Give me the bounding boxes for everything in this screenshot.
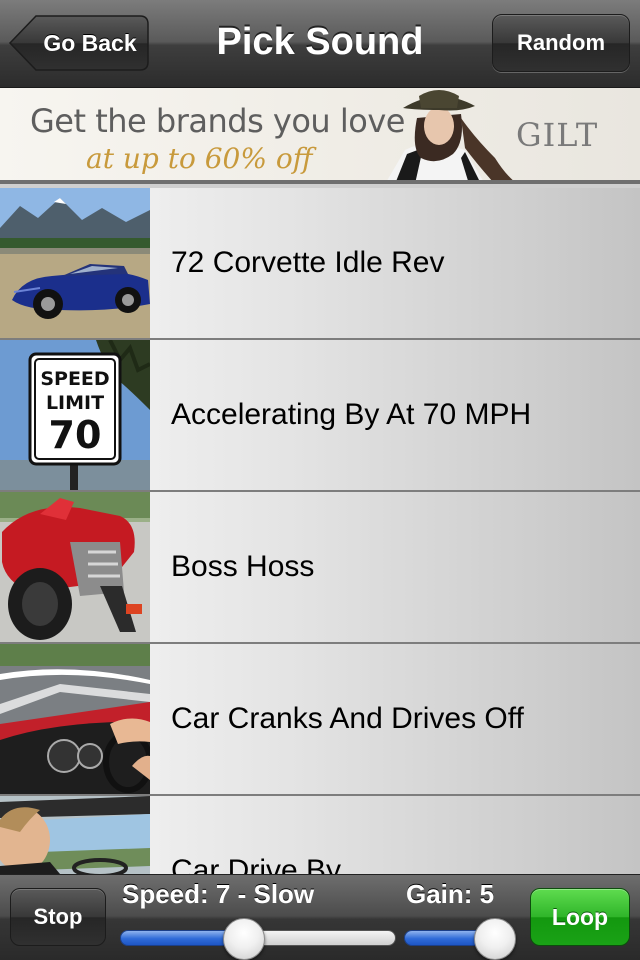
- sign-limit-text: LIMIT: [46, 392, 104, 414]
- speed-slider-knob[interactable]: [223, 918, 265, 960]
- ad-model-image: [387, 90, 513, 180]
- gain-slider[interactable]: [404, 917, 516, 960]
- go-back-label: Go Back: [43, 30, 137, 56]
- list-item-label: Car Drive By: [171, 854, 342, 874]
- corvette-thumbnail: [0, 188, 150, 338]
- list-item-label: 72 Corvette Idle Rev: [171, 246, 445, 279]
- page-title: Pick Sound: [216, 21, 424, 63]
- list-item[interactable]: 72 Corvette Idle Rev: [0, 188, 640, 340]
- ad-brand-logo: GILT: [516, 116, 599, 154]
- random-button[interactable]: Random: [492, 14, 630, 72]
- driver-thumbnail: [0, 796, 150, 874]
- list-item[interactable]: Car Cranks And Drives Off: [0, 644, 640, 796]
- stop-button[interactable]: Stop: [10, 888, 106, 946]
- list-item[interactable]: Car Drive By: [0, 796, 640, 874]
- ad-banner[interactable]: Get the brands you love at up to 60% off…: [0, 88, 640, 184]
- sound-list: 72 Corvette Idle Rev SPEED LIMIT 70 Acce…: [0, 188, 640, 874]
- list-item-label: Accelerating By At 70 MPH: [171, 398, 532, 431]
- convertible-thumbnail: [0, 644, 150, 794]
- list-item[interactable]: Boss Hoss: [0, 492, 640, 644]
- ad-headline: Get the brands you love: [30, 102, 405, 140]
- speed-limit-sign-thumbnail: SPEED LIMIT 70: [0, 340, 150, 490]
- loop-button[interactable]: Loop: [530, 888, 630, 946]
- motorcycle-thumbnail: [0, 492, 150, 642]
- list-item-label: Boss Hoss: [171, 550, 315, 583]
- speed-label: Speed: 7 - Slow: [122, 879, 315, 909]
- sign-number-text: 70: [49, 413, 102, 457]
- go-back-button[interactable]: Go Back: [8, 14, 150, 72]
- list-item[interactable]: SPEED LIMIT 70 Accelerating By At 70 MPH: [0, 340, 640, 492]
- navigation-bar: Go Back Pick Sound Random: [0, 0, 640, 88]
- sign-speed-text: SPEED: [40, 368, 109, 390]
- gain-label: Gain: 5: [406, 879, 495, 909]
- ad-offer: at up to 60% off: [86, 142, 313, 175]
- speed-slider[interactable]: [120, 917, 396, 960]
- gain-slider-knob[interactable]: [474, 918, 516, 960]
- list-item-label: Car Cranks And Drives Off: [171, 702, 524, 735]
